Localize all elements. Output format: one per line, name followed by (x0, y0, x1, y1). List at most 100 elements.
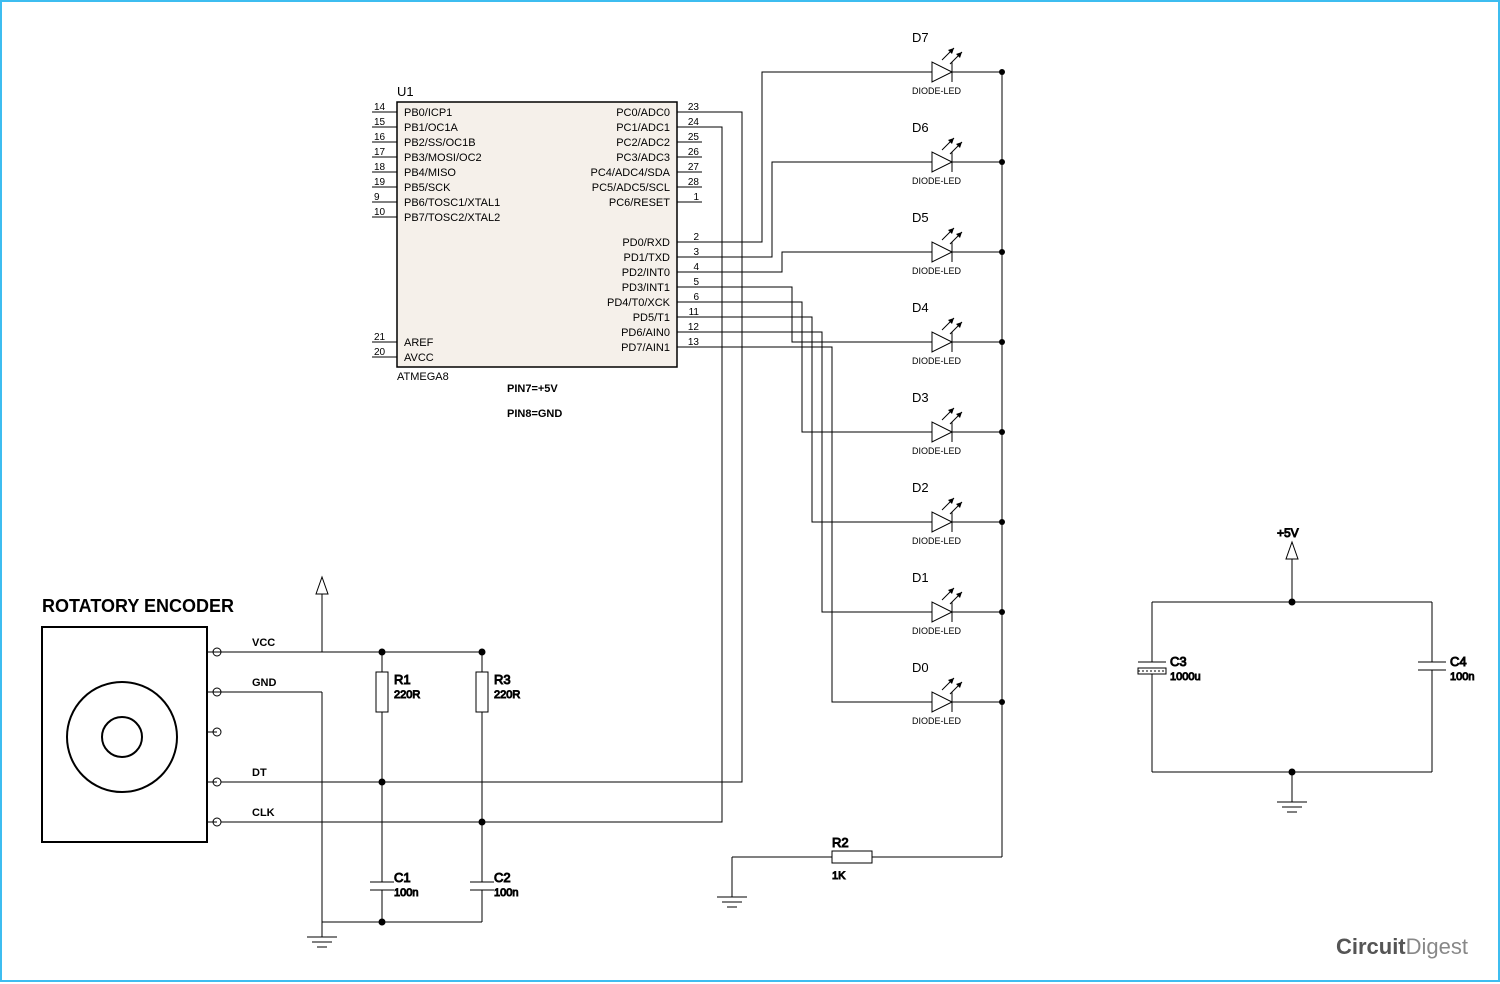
svg-text:PC6/RESET: PC6/RESET (609, 197, 670, 209)
watermark: CircuitDigest (1336, 934, 1468, 960)
svg-text:+5V: +5V (1277, 526, 1299, 540)
svg-text:PC2/ADC2: PC2/ADC2 (616, 137, 670, 149)
svg-text:PB2/SS/OC1B: PB2/SS/OC1B (404, 137, 476, 149)
rotary-encoder: ROTATORY ENCODER VCC GND DT CLK (42, 596, 277, 842)
svg-text:28: 28 (688, 177, 700, 188)
svg-text:PD1/TXD: PD1/TXD (624, 252, 671, 264)
svg-text:PB4/MISO: PB4/MISO (404, 167, 456, 179)
svg-text:ROTATORY ENCODER: ROTATORY ENCODER (42, 596, 234, 616)
svg-text:PB1/OC1A: PB1/OC1A (404, 122, 458, 134)
svg-text:PB6/TOSC1/XTAL1: PB6/TOSC1/XTAL1 (404, 197, 500, 209)
svg-text:DIODE-LED: DIODE-LED (912, 626, 962, 636)
svg-text:PB3/MOSI/OC2: PB3/MOSI/OC2 (404, 152, 482, 164)
svg-text:26: 26 (688, 147, 700, 158)
led-D5: D5 DIODE-LED (912, 210, 1005, 276)
svg-text:PC0/ADC0: PC0/ADC0 (616, 107, 670, 119)
svg-text:U1: U1 (397, 84, 414, 99)
svg-text:16: 16 (374, 132, 386, 143)
svg-text:PD4/T0/XCK: PD4/T0/XCK (607, 297, 671, 309)
led-D7: D7 DIODE-LED (912, 30, 1005, 96)
svg-text:D2: D2 (912, 480, 929, 495)
svg-text:220R: 220R (394, 689, 420, 701)
svg-text:AREF: AREF (404, 337, 434, 349)
svg-text:C2: C2 (494, 870, 511, 885)
svg-text:1: 1 (693, 192, 699, 203)
svg-text:100n: 100n (1450, 671, 1474, 683)
svg-text:24: 24 (688, 117, 700, 128)
svg-text:17: 17 (374, 147, 386, 158)
svg-text:27: 27 (688, 162, 700, 173)
svg-text:CLK: CLK (252, 807, 275, 819)
led-D6: D6 DIODE-LED (912, 120, 1005, 186)
svg-text:PD2/INT0: PD2/INT0 (622, 267, 670, 279)
svg-text:PC5/ADC5/SCL: PC5/ADC5/SCL (592, 182, 670, 194)
svg-text:5: 5 (693, 277, 699, 288)
led-D3: D3 DIODE-LED (912, 390, 1005, 456)
svg-text:PIN8=GND: PIN8=GND (507, 408, 562, 420)
svg-text:220R: 220R (494, 689, 520, 701)
svg-text:DIODE-LED: DIODE-LED (912, 716, 962, 726)
svg-text:100n: 100n (394, 887, 418, 899)
svg-text:10: 10 (374, 207, 386, 218)
svg-text:4: 4 (693, 262, 699, 273)
svg-text:PD7/AIN1: PD7/AIN1 (621, 342, 670, 354)
decoupling: +5V C3 1000u C4 100n (1138, 526, 1474, 812)
svg-text:2: 2 (693, 232, 699, 243)
svg-text:25: 25 (688, 132, 700, 143)
led-D0: D0 DIODE-LED (912, 660, 1005, 726)
circuit-diagram: U1 ATMEGA8 PIN7=+5V PIN8=GND 14PB0/ICP1 … (2, 2, 1500, 984)
svg-text:PB7/TOSC2/XTAL2: PB7/TOSC2/XTAL2 (404, 212, 500, 224)
svg-text:23: 23 (688, 102, 700, 113)
svg-text:14: 14 (374, 102, 386, 113)
svg-text:R1: R1 (394, 672, 411, 687)
svg-text:D0: D0 (912, 660, 929, 675)
svg-text:D5: D5 (912, 210, 929, 225)
svg-text:DIODE-LED: DIODE-LED (912, 536, 962, 546)
encoder-net: R1 220R R3 220R C1 100n C2 100n (217, 577, 520, 947)
svg-text:R2: R2 (832, 835, 849, 850)
svg-text:12: 12 (688, 322, 700, 333)
svg-text:13: 13 (688, 337, 700, 348)
led-D4: D4 DIODE-LED (912, 300, 1005, 366)
svg-text:DIODE-LED: DIODE-LED (912, 86, 962, 96)
svg-text:PB5/SCK: PB5/SCK (404, 182, 451, 194)
led-bus: R2 1K (717, 72, 1002, 907)
svg-text:15: 15 (374, 117, 386, 128)
svg-text:D7: D7 (912, 30, 929, 45)
svg-text:C3: C3 (1170, 654, 1187, 669)
svg-text:PC4/ADC4/SDA: PC4/ADC4/SDA (591, 167, 671, 179)
svg-text:GND: GND (252, 677, 277, 689)
led-D1: D1 DIODE-LED (912, 570, 1005, 636)
svg-text:DIODE-LED: DIODE-LED (912, 266, 962, 276)
svg-text:19: 19 (374, 177, 386, 188)
svg-text:20: 20 (374, 347, 386, 358)
svg-text:3: 3 (693, 247, 699, 258)
svg-text:DIODE-LED: DIODE-LED (912, 356, 962, 366)
svg-text:1K: 1K (832, 870, 846, 882)
svg-text:DIODE-LED: DIODE-LED (912, 176, 962, 186)
svg-text:C1: C1 (394, 870, 411, 885)
svg-text:PD3/INT1: PD3/INT1 (622, 282, 670, 294)
svg-text:PIN7=+5V: PIN7=+5V (507, 383, 558, 395)
svg-text:D6: D6 (912, 120, 929, 135)
svg-text:11: 11 (689, 307, 700, 318)
svg-text:PC1/ADC1: PC1/ADC1 (616, 122, 670, 134)
svg-text:C4: C4 (1450, 654, 1467, 669)
svg-text:AVCC: AVCC (404, 352, 434, 364)
svg-text:DT: DT (252, 767, 267, 779)
svg-text:PC3/ADC3: PC3/ADC3 (616, 152, 670, 164)
svg-text:PD6/AIN0: PD6/AIN0 (621, 327, 670, 339)
svg-text:PB0/ICP1: PB0/ICP1 (404, 107, 452, 119)
svg-text:R3: R3 (494, 672, 511, 687)
led-column: D7 DIODE-LED D6 DIODE-LED D5 DIODE-LED D… (912, 30, 1005, 726)
svg-text:21: 21 (374, 332, 386, 343)
svg-text:PD0/RXD: PD0/RXD (622, 237, 670, 249)
svg-text:DIODE-LED: DIODE-LED (912, 446, 962, 456)
svg-text:D4: D4 (912, 300, 929, 315)
svg-text:18: 18 (374, 162, 386, 173)
svg-text:PD5/T1: PD5/T1 (633, 312, 670, 324)
svg-text:6: 6 (693, 292, 699, 303)
svg-text:VCC: VCC (252, 637, 275, 649)
svg-text:D1: D1 (912, 570, 929, 585)
svg-text:D3: D3 (912, 390, 929, 405)
